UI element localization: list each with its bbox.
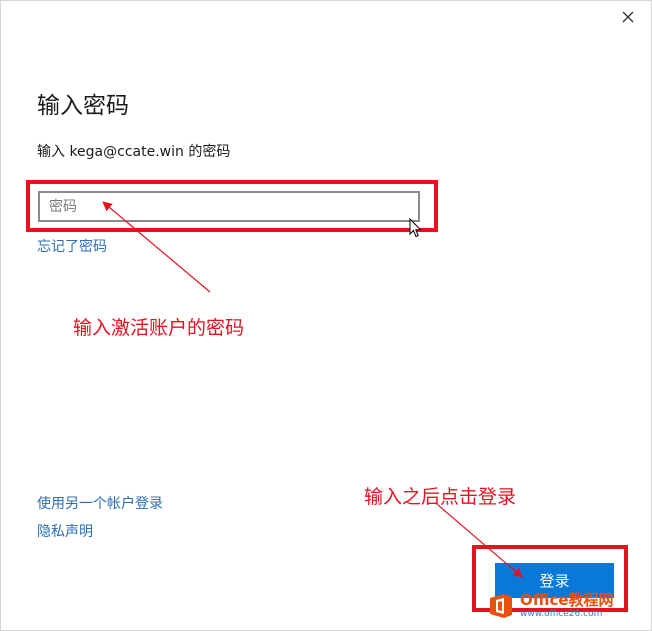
office-logo-icon	[490, 594, 512, 618]
signin-annotation: 输入之后点击登录	[364, 486, 517, 508]
password-annotation: 输入激活账户的密码	[73, 317, 245, 339]
password-input[interactable]	[38, 191, 420, 222]
watermark-brand: Office教程网	[520, 591, 614, 609]
dialog-subtitle: 输入 kega@ccate.win 的密码	[37, 144, 231, 160]
close-button[interactable]	[614, 4, 642, 30]
other-account-link[interactable]: 使用另一个帐户登录	[37, 493, 163, 513]
watermark-url: www.office26.com	[520, 609, 603, 619]
forgot-password-link[interactable]: 忘记了密码	[37, 236, 107, 256]
watermark: Office教程网 www.office26.com	[487, 585, 647, 627]
close-icon	[622, 11, 634, 23]
dialog-title: 输入密码	[37, 93, 129, 119]
privacy-link[interactable]: 隐私声明	[37, 521, 93, 541]
